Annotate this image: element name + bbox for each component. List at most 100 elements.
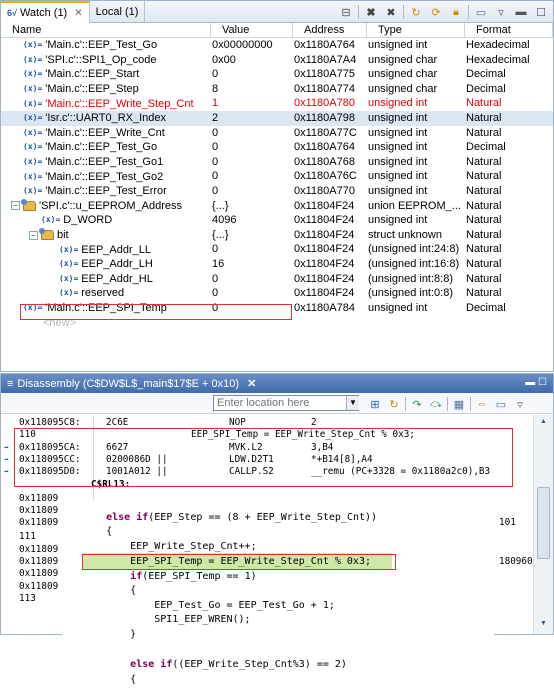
table-row[interactable]: (x)= 'Main.c'::EEP_Test_Go 0 0x1180A764 unsi…: [1, 140, 553, 155]
scroll-up-icon[interactable]: ▲: [537, 418, 550, 429]
struct-icon: [21, 198, 36, 211]
watch-value[interactable]: 0: [211, 272, 293, 287]
column-type[interactable]: Type: [367, 23, 465, 37]
table-row[interactable]: (x)= 'Main.c'::EEP_Write_Cnt 0 0x1180A77C un…: [1, 126, 553, 141]
close-icon[interactable]: ✕: [74, 8, 82, 19]
watch-value[interactable]: 8: [211, 82, 293, 97]
operands: 101: [499, 517, 516, 528]
watch-value[interactable]: 0x00000000: [211, 38, 293, 53]
column-format[interactable]: Format: [465, 23, 553, 37]
watch-name: 'SPI.c'::u_EEPROM_Address: [39, 199, 182, 212]
view-menu-icon[interactable]: ▿: [493, 4, 509, 20]
column-value[interactable]: Value: [211, 23, 293, 37]
watch-name-cell[interactable]: (x)= EEP_Addr_LH: [1, 257, 211, 272]
table-row[interactable]: (x)= 'Main.c'::EEP_Write_Step_Cnt 1 0x1180A…: [1, 96, 553, 111]
table-row[interactable]: − bit {...} 0x11804F24 struct unknown Natural: [1, 228, 553, 243]
minimize-maximize-icon[interactable]: ▬ ☐: [525, 377, 547, 388]
new-view-icon[interactable]: ▭: [493, 396, 509, 412]
step-over-icon[interactable]: ⤼: [428, 396, 444, 412]
continuous-refresh-icon[interactable]: ⟳: [428, 4, 444, 20]
table-row[interactable]: (x)= 'Main.c'::EEP_Test_Error 0 0x1180A770 u…: [1, 184, 553, 199]
watch-value[interactable]: 0: [211, 155, 293, 170]
watch-value[interactable]: 4096: [211, 213, 293, 228]
watch-name-cell[interactable]: (x)= 'Main.c'::EEP_Write_Step_Cnt: [1, 96, 211, 111]
watch-value[interactable]: 0: [211, 184, 293, 199]
disassembly-tabbar: ≡ Disassembly (C$DW$L$_main$17$E + 0x10)…: [1, 374, 553, 393]
watch-name: EEP_Addr_HL: [81, 272, 153, 285]
table-row[interactable]: (x)= 'SPI.c'::SPI1_Op_code 0x00 0x1180A7A4 u…: [1, 53, 553, 68]
watch-value[interactable]: 0x00: [211, 53, 293, 68]
watch-name: bit: [57, 229, 69, 242]
watch-value[interactable]: 0: [211, 242, 293, 257]
column-address[interactable]: Address: [293, 23, 367, 37]
maximize-icon[interactable]: ☐: [533, 4, 549, 20]
table-row[interactable]: (x)= EEP_Addr_LL 0 0x11804F24 (unsigned int:…: [1, 242, 553, 257]
watch-name-cell[interactable]: (x)= 'Main.c'::EEP_Test_Go: [1, 140, 211, 155]
table-row[interactable]: (x)= 'Main.c'::EEP_Test_Go2 0 0x1180A76C uns…: [1, 169, 553, 184]
table-row[interactable]: (x)= 'Main.c'::EEP_Step 8 0x1180A774 unsigne…: [1, 82, 553, 97]
tab-watch[interactable]: 6√ Watch (1) ✕: [1, 1, 90, 23]
watch-value[interactable]: 0: [211, 67, 293, 82]
refresh-icon[interactable]: ↻: [386, 396, 402, 412]
scroll-thumb[interactable]: [537, 487, 550, 559]
watch-name-cell[interactable]: − bit: [1, 228, 211, 243]
watch-value[interactable]: 0: [211, 286, 293, 301]
save-icon[interactable]: ▦: [451, 396, 467, 412]
watch-name-cell[interactable]: (x)= 'Main.c'::EEP_Test_Error: [1, 184, 211, 199]
watch-name-cell[interactable]: (x)= 'Isr.c'::UART0_RX_Index: [1, 111, 211, 126]
refresh-icon[interactable]: ↻: [408, 4, 424, 20]
watch-value[interactable]: {...}: [211, 228, 293, 243]
watch-value[interactable]: 1: [211, 96, 293, 111]
link-icon[interactable]: ⇔: [474, 396, 490, 412]
table-row[interactable]: (x)= EEP_Addr_LH 16 0x11804F24 (unsigned int…: [1, 257, 553, 272]
watch-name-cell[interactable]: (x)= 'SPI.c'::SPI1_Op_code: [1, 53, 211, 68]
watch-type: (unsigned int:16:8): [368, 257, 460, 270]
remove-all-icon[interactable]: ✖: [383, 4, 399, 20]
table-row[interactable]: (x)= 'Main.c'::EEP_Start 0 0x1180A775 unsign…: [1, 67, 553, 82]
disassembly-toolbar: ▼ ⊞ ↻ ↷ ⤼ ▦ ⇔ ▭ ▿: [1, 393, 553, 414]
watch-name-cell[interactable]: (x)= reserved: [1, 286, 211, 301]
lock-icon[interactable]: 🔒︎: [448, 4, 464, 20]
tab-disassembly[interactable]: ≡ Disassembly (C$DW$L$_main$17$E + 0x10)…: [1, 377, 262, 391]
watch-name-cell[interactable]: (x)= 'Main.c'::EEP_Test_Go1: [1, 155, 211, 170]
table-row[interactable]: (x)= 'Isr.c'::UART0_RX_Index 2 0x1180A798 un…: [1, 110, 553, 126]
watch-name-cell[interactable]: (x)= 'Main.c'::EEP_Test_Go: [1, 38, 211, 53]
watch-value[interactable]: 0: [211, 126, 293, 141]
table-row[interactable]: (x)= reserved 0 0x11804F24 (unsigned int:0:8…: [1, 286, 553, 301]
watch-name-cell[interactable]: (x)= 'Main.c'::EEP_Step: [1, 82, 211, 97]
watch-name-cell[interactable]: (x)= 'Main.c'::EEP_Start: [1, 67, 211, 82]
go-to-icon[interactable]: ⊞: [367, 396, 383, 412]
new-view-icon[interactable]: ▭: [473, 4, 489, 20]
location-input[interactable]: [213, 395, 359, 411]
collapse-all-icon[interactable]: ⊟: [338, 4, 354, 20]
table-row[interactable]: (x)= D_WORD 4096 0x11804F24 unsigned int Natu…: [1, 213, 553, 228]
column-name[interactable]: Name: [1, 23, 211, 37]
collapse-toggle-icon[interactable]: −: [29, 230, 38, 240]
scroll-down-icon[interactable]: ▼: [537, 620, 550, 631]
watch-value[interactable]: 2: [211, 111, 293, 126]
tab-local[interactable]: Local (1): [90, 1, 146, 22]
watch-name-cell[interactable]: (x)= D_WORD: [1, 213, 211, 228]
watch-value[interactable]: 0: [211, 140, 293, 155]
table-row[interactable]: − 'SPI.c'::u_EEPROM_Address {...} 0x11804F2…: [1, 198, 553, 214]
minimize-icon[interactable]: ▬: [513, 4, 529, 20]
vertical-scrollbar[interactable]: ▲ ▼: [533, 415, 553, 634]
remove-icon[interactable]: ✖: [363, 4, 379, 20]
watch-name-cell[interactable]: (x)= EEP_Addr_HL: [1, 272, 211, 287]
collapse-toggle-icon[interactable]: −: [11, 201, 20, 211]
watch-value[interactable]: 0: [211, 169, 293, 184]
view-menu-icon[interactable]: ▿: [512, 396, 528, 412]
watch-name-cell[interactable]: (x)= EEP_Addr_LL: [1, 242, 211, 257]
watch-value[interactable]: 16: [211, 257, 293, 272]
watch-value[interactable]: {...}: [211, 199, 293, 214]
watch-name-cell[interactable]: (x)= 'Main.c'::EEP_Test_Go2: [1, 169, 211, 184]
watch-name-cell[interactable]: (x)= 'Main.c'::EEP_Write_Cnt: [1, 126, 211, 141]
close-icon[interactable]: ✕: [247, 377, 256, 390]
table-row[interactable]: (x)= 'Main.c'::EEP_Test_Go 0x00000000 0x118…: [1, 38, 553, 53]
table-row[interactable]: (x)= 'Main.c'::EEP_Test_Go1 0 0x1180A768 uns…: [1, 155, 553, 170]
chevron-down-icon[interactable]: ▼: [346, 396, 359, 410]
step-icon[interactable]: ↷: [409, 396, 425, 412]
watch-name-cell[interactable]: − 'SPI.c'::u_EEPROM_Address: [1, 198, 211, 214]
variable-icon: (x)=: [23, 113, 43, 123]
table-row[interactable]: (x)= EEP_Addr_HL 0 0x11804F24 (unsigned int:…: [1, 272, 553, 287]
